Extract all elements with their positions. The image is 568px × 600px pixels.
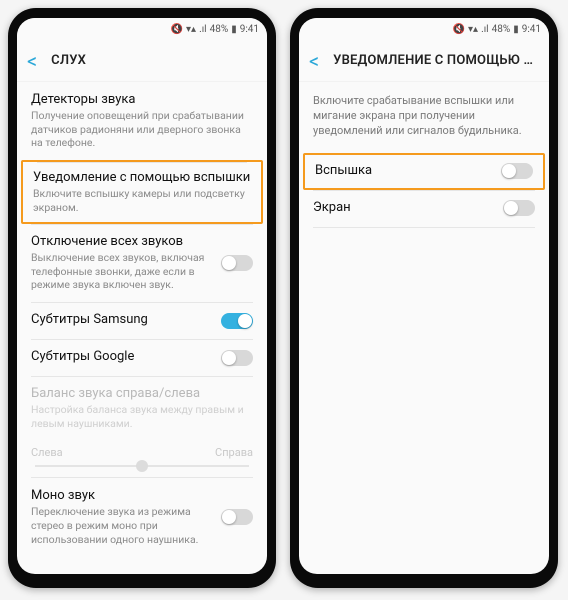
item-mute-all[interactable]: Отключение всех звуков Выключение всех з… <box>17 224 267 302</box>
item-title: Субтитры Google <box>31 349 213 364</box>
balance-slider-labels: Слева Справа <box>17 440 267 461</box>
item-subtitles-google[interactable]: Субтитры Google <box>17 339 267 376</box>
item-title: Моно звук <box>31 488 213 503</box>
item-subtitle: Настройка баланса звука между правым и л… <box>31 403 253 430</box>
signal-icon: .ıl <box>481 24 489 35</box>
page-title: УВЕДОМЛЕНИЕ С ПОМОЩЬЮ ВСПЫШКИ <box>333 53 539 68</box>
mute-icon: 🔇 <box>453 24 465 35</box>
toggle-subtitles-samsung[interactable] <box>221 313 253 329</box>
battery-icon: ▮ <box>513 24 519 35</box>
settings-list[interactable]: Детекторы звука Получение оповещений при… <box>17 82 267 574</box>
wifi-icon: ▾▴ <box>468 24 478 35</box>
item-title: Вспышка <box>315 163 493 178</box>
toggle-screen[interactable] <box>503 200 535 216</box>
item-flash-notification[interactable]: Уведомление с помощью вспышки Включите в… <box>21 160 263 224</box>
balance-left-label: Слева <box>31 446 63 459</box>
phone-right: 🔇 ▾▴ .ıl 48% ▮ 9:41 < УВЕДОМЛЕНИЕ С ПОМО… <box>290 8 558 588</box>
item-sound-detectors[interactable]: Детекторы звука Получение оповещений при… <box>17 82 267 160</box>
battery-pct: 48% <box>210 24 229 35</box>
clock: 9:41 <box>522 24 541 35</box>
phone-left: 🔇 ▾▴ .ıl 48% ▮ 9:41 < СЛУХ Детекторы зву… <box>8 8 276 588</box>
item-title: Субтитры Samsung <box>31 312 213 327</box>
app-bar: < СЛУХ <box>17 40 267 82</box>
item-subtitle: Получение оповещений при срабатывании да… <box>31 109 253 150</box>
balance-slider <box>35 465 249 467</box>
item-sound-balance: Баланс звука справа/слева Настройка бала… <box>17 376 267 440</box>
page-description: Включите срабатывание вспышки или мигани… <box>299 82 549 153</box>
toggle-mono-audio[interactable] <box>221 509 253 525</box>
item-subtitle: Переключение звука из режима стерео в ре… <box>31 505 213 546</box>
app-bar: < УВЕДОМЛЕНИЕ С ПОМОЩЬЮ ВСПЫШКИ <box>299 40 549 82</box>
battery-pct: 48% <box>492 24 511 35</box>
item-flash[interactable]: Вспышка <box>303 153 545 190</box>
toggle-flash[interactable] <box>501 163 533 179</box>
mute-icon: 🔇 <box>171 24 183 35</box>
item-title: Отключение всех звуков <box>31 234 213 249</box>
item-title: Баланс звука справа/слева <box>31 386 253 401</box>
item-screen[interactable]: Экран <box>299 190 549 227</box>
toggle-subtitles-google[interactable] <box>221 350 253 366</box>
item-subtitle: Включите вспышку камеры или подсветку эк… <box>33 187 251 214</box>
clock: 9:41 <box>240 24 259 35</box>
screen-right: 🔇 ▾▴ .ıl 48% ▮ 9:41 < УВЕДОМЛЕНИЕ С ПОМО… <box>299 18 549 574</box>
wifi-icon: ▾▴ <box>186 24 196 35</box>
item-subtitle: Выключение всех звуков, включая телефонн… <box>31 251 213 292</box>
item-title: Экран <box>313 200 495 215</box>
item-subtitles-samsung[interactable]: Субтитры Samsung <box>17 302 267 339</box>
item-title: Детекторы звука <box>31 92 253 107</box>
status-bar: 🔇 ▾▴ .ıl 48% ▮ 9:41 <box>299 18 549 40</box>
item-title: Уведомление с помощью вспышки <box>33 170 251 185</box>
item-mono-audio[interactable]: Моно звук Переключение звука из режима с… <box>17 478 267 556</box>
page-title: СЛУХ <box>51 53 86 68</box>
back-button[interactable]: < <box>27 51 37 71</box>
settings-list[interactable]: Включите срабатывание вспышки или мигани… <box>299 82 549 574</box>
toggle-mute-all[interactable] <box>221 255 253 271</box>
balance-right-label: Справа <box>215 446 253 459</box>
battery-icon: ▮ <box>231 24 237 35</box>
back-button[interactable]: < <box>309 51 319 71</box>
signal-icon: .ıl <box>199 24 207 35</box>
screen-left: 🔇 ▾▴ .ıl 48% ▮ 9:41 < СЛУХ Детекторы зву… <box>17 18 267 574</box>
status-bar: 🔇 ▾▴ .ıl 48% ▮ 9:41 <box>17 18 267 40</box>
